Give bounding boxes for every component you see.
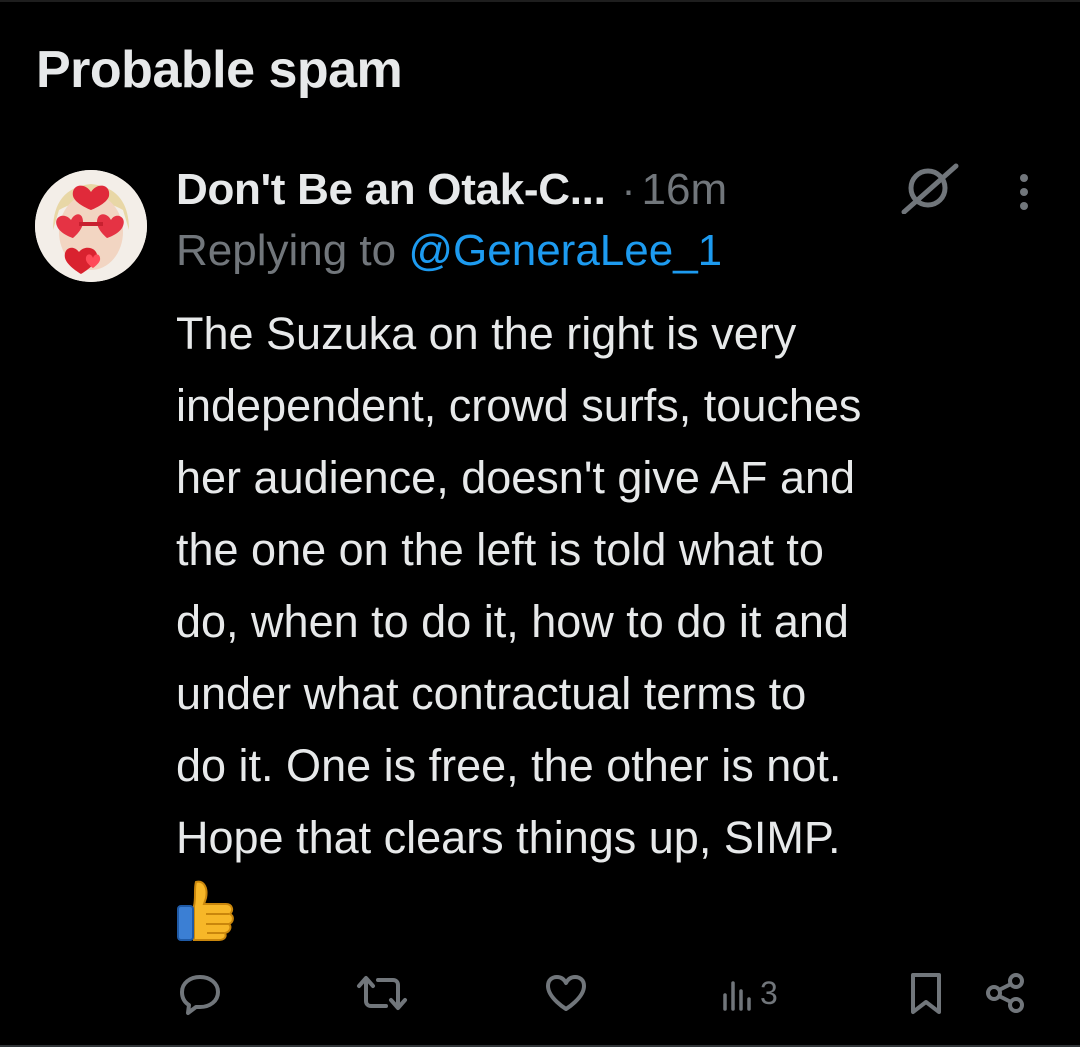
tweet-actions: 3 <box>0 960 1080 1030</box>
bookmark-button[interactable] <box>904 968 948 1018</box>
share-button[interactable] <box>982 968 1030 1018</box>
replying-to: Replying to @GeneraLee_1 <box>176 226 722 276</box>
thumbs-up-emoji-icon <box>174 876 240 942</box>
tweet-header: Don't Be an Otak-C... · 16m <box>176 160 727 220</box>
repost-button[interactable] <box>356 968 408 1018</box>
separator-dot: · <box>621 166 636 213</box>
tweet-body-line: The Suzuka on the right is very <box>176 308 797 359</box>
tweet-body: The Suzuka on the right is very independ… <box>176 298 1056 874</box>
views-button[interactable]: 3 <box>720 968 778 1018</box>
grok-icon[interactable] <box>898 162 960 215</box>
speech-bubble-icon <box>180 975 220 1015</box>
tweet-body-line: Hope that clears things up, SIMP. <box>176 812 841 863</box>
repost-arrows-icon <box>357 976 407 1010</box>
tweet-body-line: under what contractual terms to <box>176 668 807 719</box>
tweet-body-line: her audience, doesn't give AF and <box>176 452 856 503</box>
bar-chart-icon <box>723 981 751 1011</box>
tweet-body-line: do it. One is free, the other is not. <box>176 740 842 791</box>
more-options-icon[interactable] <box>1004 168 1044 216</box>
timestamp[interactable]: 16m <box>642 165 728 215</box>
views-count: 3 <box>760 974 778 1011</box>
replying-prefix: Replying to <box>176 226 397 275</box>
heart-icon <box>546 975 586 1011</box>
display-name[interactable]: Don't Be an Otak-C... <box>176 165 606 215</box>
tweet-body-line: the one on the left is told what to <box>176 524 824 575</box>
section-title: Probable spam <box>36 41 403 99</box>
share-nodes-icon <box>986 973 1024 1013</box>
avatar[interactable] <box>35 170 147 282</box>
bookmark-icon <box>911 973 941 1014</box>
tweet-body-line: independent, crowd surfs, touches <box>176 380 862 431</box>
reply-button[interactable] <box>176 968 224 1018</box>
like-button[interactable] <box>542 968 590 1018</box>
tweet-body-line: do, when to do it, how to do it and <box>176 596 849 647</box>
reply-handle-link[interactable]: @GeneraLee_1 <box>408 226 722 275</box>
